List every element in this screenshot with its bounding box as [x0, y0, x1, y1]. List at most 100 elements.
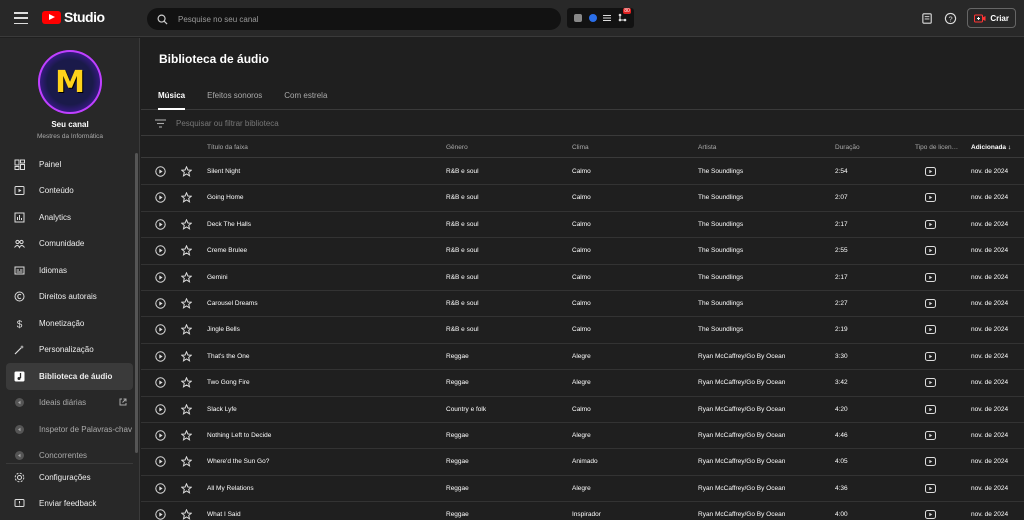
track-title: Carousel Dreams: [207, 299, 258, 307]
sidebar-item-inspetor-de-palavras-chav[interactable]: Inspetor de Palavras-chav: [6, 416, 133, 443]
track-mood: Alegre: [572, 352, 591, 360]
extension-icon[interactable]: [588, 14, 597, 22]
table-row[interactable]: Gemini R&B e soul Calmo The Soundlings 2:17 n…: [141, 265, 1024, 291]
sidebar-item-monetiza-o[interactable]: $ Monetização: [6, 310, 133, 337]
star-icon[interactable]: [181, 509, 192, 520]
table-row[interactable]: Silent Night R&B e soul Calmo The Soundling…: [141, 159, 1024, 186]
sidebar-item-analytics[interactable]: Analytics: [6, 204, 133, 231]
star-icon[interactable]: [181, 456, 192, 468]
sidebar-item-biblioteca-de-udio[interactable]: Biblioteca de áudio: [6, 363, 133, 390]
column-header-duration[interactable]: Duração: [835, 144, 860, 151]
sidebar-item-ideais-di-rias[interactable]: Ideais diárias: [6, 390, 133, 417]
channel-avatar[interactable]: M: [38, 50, 102, 114]
sidebar-item-enviar-feedback[interactable]: Enviar feedback: [6, 491, 133, 518]
track-genre: R&B e soul: [446, 220, 479, 228]
sidebar-item-configura-es[interactable]: Configurações: [6, 464, 133, 491]
help-icon[interactable]: ?: [944, 12, 957, 25]
sidebar-item-comunidade[interactable]: Comunidade: [6, 231, 133, 258]
column-header-added[interactable]: Adicionada ↓: [971, 144, 1011, 151]
play-icon[interactable]: [155, 166, 166, 177]
star-icon[interactable]: [181, 403, 192, 415]
sidebar-item-label: Comunidade: [39, 239, 85, 249]
table-row[interactable]: Two Gong Fire Reggae Alegre Ryan McCaffrey/…: [141, 370, 1024, 397]
column-header-license[interactable]: Tipo de licen…: [915, 144, 958, 151]
play-icon[interactable]: [155, 298, 166, 309]
table-row[interactable]: Carousel Dreams R&B e soul Calmo The Soundl…: [141, 291, 1024, 318]
star-icon[interactable]: [181, 324, 192, 336]
sidebar-item-conte-do[interactable]: Conteúdo: [6, 178, 133, 205]
play-icon[interactable]: [155, 403, 166, 415]
search-input[interactable]: [178, 14, 538, 24]
play-icon[interactable]: [155, 219, 166, 230]
play-icon[interactable]: [155, 324, 166, 336]
svg-text:?: ?: [949, 14, 953, 23]
track-duration: 2:54: [835, 168, 848, 175]
youtube-logo-icon: [42, 10, 61, 24]
feedback-icon: [14, 499, 25, 508]
play-icon[interactable]: [155, 271, 166, 283]
filter-icon[interactable]: [155, 118, 166, 128]
feedback-message-icon[interactable]: [921, 12, 934, 25]
track-artist: The Soundlings: [698, 299, 744, 307]
table-row[interactable]: Nothing Left to Decide Reggae Alegre Ryan M…: [141, 423, 1024, 450]
external-link-icon: [119, 398, 127, 408]
extension-with-badge[interactable]: 80: [618, 7, 632, 24]
play-icon[interactable]: [155, 456, 166, 467]
star-icon[interactable]: [181, 218, 192, 230]
list-icon[interactable]: [603, 14, 612, 22]
sidebar-item-direitos-autorais[interactable]: Direitos autorais: [6, 284, 133, 311]
column-header-artist[interactable]: Artista: [698, 144, 716, 151]
extension-icon[interactable]: [574, 14, 583, 22]
play-icon[interactable]: [155, 430, 166, 441]
table-row[interactable]: That's the One Reggae Alegre Ryan McCaffrey…: [141, 344, 1024, 371]
table-row[interactable]: Slack Lyfe Country e folk Calmo Ryan McCaff…: [141, 397, 1024, 423]
sidebar-item-personaliza-o[interactable]: Personalização: [6, 337, 133, 364]
sidebar-scrollbar[interactable]: [135, 153, 138, 453]
star-icon[interactable]: [181, 429, 192, 441]
tab-com-estrela[interactable]: Com estrela: [284, 85, 327, 110]
play-icon[interactable]: [155, 377, 166, 388]
star-icon[interactable]: [181, 482, 192, 494]
table-row[interactable]: Creme Brulee R&B e soul Calmo The Soundling…: [141, 238, 1024, 265]
create-button[interactable]: Criar: [967, 8, 1016, 28]
youtube-studio-logo[interactable]: Studio: [42, 9, 105, 25]
star-icon[interactable]: [181, 271, 192, 283]
column-header-title[interactable]: Título da faixa: [207, 144, 248, 151]
play-icon[interactable]: [155, 245, 166, 256]
youtube-license-icon: [925, 457, 936, 467]
tab-efeitos-sonoros[interactable]: Efeitos sonoros: [207, 85, 262, 110]
star-icon[interactable]: [181, 350, 192, 362]
filter-bar[interactable]: [141, 111, 1024, 136]
table-row[interactable]: Deck The Halls R&B e soul Calmo The Soundli…: [141, 212, 1024, 239]
hamburger-menu-icon[interactable]: [14, 12, 28, 24]
search-icon: [157, 14, 168, 25]
table-row[interactable]: What I Said Reggae Inspirador Ryan McCaffre…: [141, 502, 1024, 520]
column-header-genre[interactable]: Gênero: [446, 144, 468, 151]
star-icon[interactable]: [181, 377, 192, 388]
track-genre: R&B e soul: [446, 247, 479, 255]
track-artist: The Soundlings: [698, 168, 744, 175]
track-duration: 2:17: [835, 220, 848, 228]
play-icon[interactable]: [155, 482, 166, 494]
star-icon[interactable]: [181, 166, 192, 177]
star-icon[interactable]: [181, 245, 192, 257]
play-icon[interactable]: [155, 192, 166, 204]
sidebar-item-idiomas[interactable]: Idiomas: [6, 257, 133, 284]
sidebar-item-painel[interactable]: Painel: [6, 151, 133, 178]
table-row[interactable]: All My Relations Reggae Alegre Ryan McCaffr…: [141, 476, 1024, 503]
track-artist: Ryan McCaffrey/Go By Ocean: [698, 379, 786, 387]
tab-m-sica[interactable]: Música: [158, 85, 186, 110]
star-icon[interactable]: [181, 297, 192, 309]
column-header-mood[interactable]: Clima: [572, 144, 589, 151]
youtube-license-icon: [925, 430, 936, 440]
sidebar-item-label: Direitos autorais: [39, 292, 97, 302]
table-row[interactable]: Jingle Bells R&B e soul Calmo The Soundling…: [141, 317, 1024, 344]
filter-input[interactable]: [176, 118, 476, 128]
channel-search-bar[interactable]: [147, 8, 561, 30]
table-row[interactable]: Where'd the Sun Go? Reggae Animado Ryan McC…: [141, 449, 1024, 476]
track-title: Creme Brulee: [207, 247, 248, 255]
play-icon[interactable]: [155, 509, 166, 520]
play-icon[interactable]: [155, 351, 166, 362]
star-icon[interactable]: [181, 192, 192, 204]
table-row[interactable]: Going Home R&B e soul Calmo The Soundlings 2…: [141, 185, 1024, 212]
